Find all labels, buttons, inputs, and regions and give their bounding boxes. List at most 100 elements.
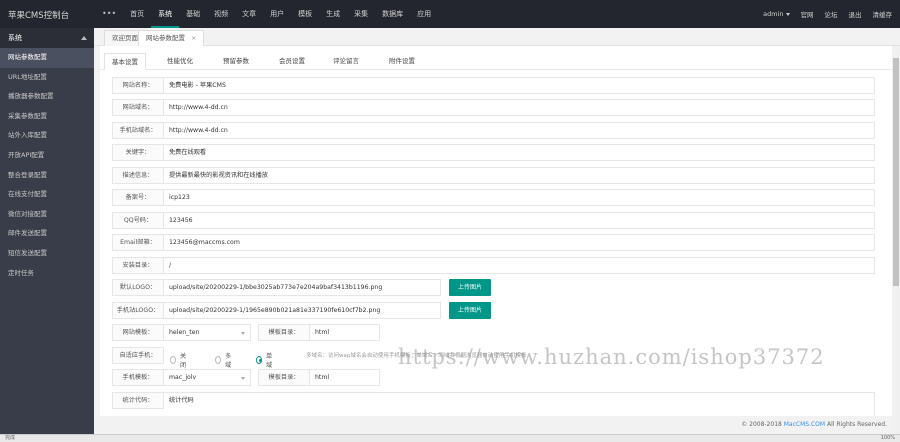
zoom-level: 100% [880,435,895,441]
description-label: 描述信息： [112,167,164,184]
sidebar-group-label: 系统 [8,34,22,42]
nav-home[interactable]: 首页 [123,0,151,28]
stats-label: 统计代码： [112,392,164,409]
mobile-adapt-hint: 多域名：访问wap域名会自动使用手机模板；单域名：同域名根据浏览器自动使用手机模… [306,353,527,359]
collapse-icon [81,36,87,40]
status-text: 完成 [5,435,16,441]
page-tab-strip: 欢迎页面 网站参数配置 × [94,28,900,46]
tab-reserved[interactable]: 预留参数 [223,53,249,70]
qq-label: QQ号码： [112,212,164,229]
nav-user[interactable]: 用户 [263,0,291,28]
sidebar-item-login-config[interactable]: 整合登录配置 [0,166,94,186]
logo-label: 默认LOGO： [112,279,164,296]
page-tab-site-config[interactable]: 网站参数配置 × [138,30,205,46]
template-dir-input[interactable]: html [310,324,380,341]
logout-link[interactable]: 退出 [849,9,862,19]
browser-status-bar: 完成 100% [0,434,900,442]
nav-database[interactable]: 数据库 [375,0,410,28]
link-forum[interactable]: 论坛 [825,9,838,19]
nav-collect[interactable]: 采集 [347,0,375,28]
stats-code-textarea[interactable]: 统计代码 [164,392,875,416]
mobile-logo-path-input[interactable]: upload/site/20200229-1/1965e890b021a81e3… [164,302,441,319]
logo-path-input[interactable]: upload/site/20200229-1/bbe3025ab773e7e20… [164,279,441,296]
brand-title: 苹果CMS控制台 [8,11,70,21]
radio-single-label: 单域 [265,353,273,369]
mobile-template-dir-input[interactable]: html [310,369,380,386]
nav-video[interactable]: 视频 [207,0,235,28]
sidebar-item-wechat-config[interactable]: 微信对接配置 [0,205,94,225]
sidebar-item-site-config[interactable]: 网站参数配置 [0,48,94,68]
sidebar-item-cron[interactable]: 定时任务 [0,264,94,284]
mobile-logo-label: 手机站LOGO： [112,302,164,319]
scrollbar-thumb[interactable] [893,58,899,286]
keywords-input[interactable]: 免费在线观看 [164,144,875,161]
sidebar-item-import-config[interactable]: 站外入库配置 [0,126,94,146]
content-panel: 基本设置 性能优化 预留参数 会员设置 评论留言 附件设置 网站名称： 免费电影… [100,46,892,416]
top-nav: ••• 首页 系统 基础 视频 文章 用户 模板 生成 采集 数据库 应用 [95,0,438,28]
sidebar-item-sms-config[interactable]: 短信发送配置 [0,244,94,264]
tab-attachment[interactable]: 附件设置 [389,53,415,70]
tab-performance[interactable]: 性能优化 [167,53,193,70]
upload-mobile-logo-button[interactable]: 上传图片 [449,302,491,319]
email-input[interactable]: 123456@maccms.com [164,234,875,251]
template-dir-label: 模板目录： [258,324,310,341]
more-menu-icon[interactable]: ••• [95,0,123,28]
mobile-template-label: 手机模板： [112,369,164,386]
page-tab-label: 网站参数配置 [146,34,185,42]
mobile-url-input[interactable]: http://www.4-dd.cn [164,122,875,139]
copyright: © 2008-2018 MacCMS.COM All Rights Reserv… [741,421,887,428]
template-select-value: helen_ten [169,329,200,336]
nav-article[interactable]: 文章 [235,0,263,28]
page-scrollbar[interactable] [892,46,900,434]
user-menu[interactable]: admin [763,10,790,18]
qq-input[interactable]: 123456 [164,212,875,229]
site-url-input[interactable]: http://www.4-dd.cn [164,99,875,116]
radio-multi-label: 多域 [224,353,232,369]
template-select[interactable]: helen_ten [164,324,251,341]
radio-single-domain[interactable]: 单域 [256,351,274,369]
clear-cache-link[interactable]: 清缓存 [873,9,893,19]
user-area: admin 官网 论坛 退出 清缓存 [752,0,892,28]
tab-member[interactable]: 会员设置 [279,53,305,70]
site-name-input[interactable]: 免费电影 - 苹果CMS [164,77,875,94]
footer: © 2008-2018 MacCMS.COM All Rights Reserv… [94,416,892,434]
install-dir-label: 安装目录： [112,257,164,274]
chevron-down-icon [785,12,790,16]
section-tabs: 基本设置 性能优化 预留参数 会员设置 评论留言 附件设置 [100,53,892,70]
sidebar-item-payment-config[interactable]: 在线支付配置 [0,185,94,205]
link-official-site[interactable]: 官网 [801,9,814,19]
nav-system[interactable]: 系统 [151,0,180,28]
mobile-adapt-label: 自适应手机： [112,347,164,364]
site-name-label: 网站名称： [112,77,164,94]
chevron-down-icon [241,377,245,380]
maccms-link[interactable]: MacCMS.COM [784,421,825,428]
tab-basic[interactable]: 基本设置 [104,53,146,70]
nav-template[interactable]: 模板 [291,0,319,28]
nav-basic[interactable]: 基础 [179,0,207,28]
radio-off-icon [170,356,176,364]
mobile-template-select[interactable]: mac_jolv [164,369,251,386]
nav-generate[interactable]: 生成 [319,0,347,28]
icp-input[interactable]: icp123 [164,189,875,206]
sidebar-item-url-config[interactable]: URL地址配置 [0,68,94,88]
radio-multi-domain[interactable]: 多域 [215,351,233,369]
install-dir-input[interactable]: / [164,257,875,274]
upload-logo-button[interactable]: 上传图片 [449,279,491,296]
close-icon[interactable]: × [191,34,196,42]
icp-label: 备案号： [112,189,164,206]
description-input[interactable]: 提供最新最快的影视资讯和在线播放 [164,167,875,184]
username: admin [763,10,784,18]
sidebar-item-api-config[interactable]: 开放API配置 [0,146,94,166]
email-label: Email邮箱： [112,234,164,251]
tab-comment[interactable]: 评论留言 [333,53,359,70]
top-header: 苹果CMS控制台 ••• 首页 系统 基础 视频 文章 用户 模板 生成 采集 … [0,0,900,28]
copyright-prefix: © 2008-2018 [741,421,784,428]
sidebar-item-collect-config[interactable]: 采集参数配置 [0,107,94,127]
mobile-template-dir-label: 模板目录： [258,369,310,386]
radio-off[interactable]: 关闭 [170,351,188,369]
sidebar-group-system[interactable]: 系统 [0,28,94,48]
sidebar-item-player-config[interactable]: 播放器参数配置 [0,87,94,107]
nav-apps[interactable]: 应用 [410,0,438,28]
radio-off-label: 关闭 [179,353,187,369]
sidebar-item-email-config[interactable]: 邮件发送配置 [0,224,94,244]
